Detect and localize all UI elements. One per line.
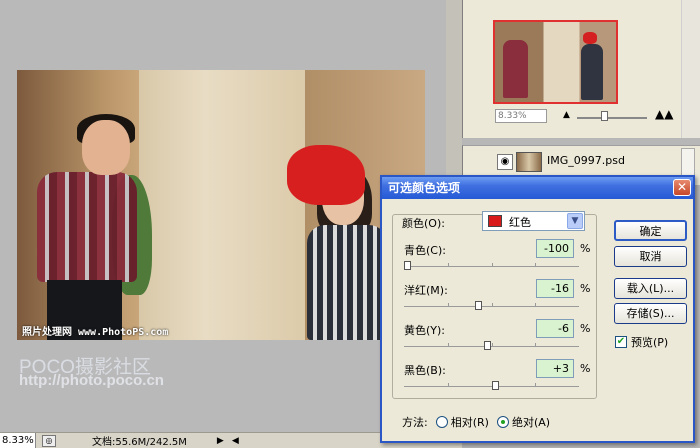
slider-value-input[interactable]: -16: [536, 279, 574, 298]
slider-tick: [492, 303, 493, 306]
slider-label: 洋红(M):: [404, 284, 448, 297]
navigator-thumb-boy: [503, 40, 528, 98]
method-relative-label: 相对(R): [450, 416, 489, 429]
slider-label: 黑色(B):: [404, 364, 446, 377]
navigator-panel: 8.33% ▲ ▲▲: [462, 0, 700, 138]
status-menu-arrow-icon[interactable]: ▶: [217, 436, 224, 446]
method-row: 方法: 相对(R) 绝对(A): [402, 414, 550, 430]
slider-thumb[interactable]: [492, 381, 499, 390]
slider-value-input[interactable]: +3: [536, 359, 574, 378]
photo-girl-pillow: [287, 145, 365, 205]
percent-unit: %: [580, 362, 591, 375]
percent-unit: %: [580, 282, 591, 295]
preview-checkbox[interactable]: ✔ 预览(P): [615, 334, 668, 350]
slider-label: 青色(C):: [404, 244, 446, 257]
navigator-zoom-field[interactable]: 8.33%: [495, 109, 547, 123]
dialog-title-text: 可选颜色选项: [388, 181, 461, 195]
radio-dot-absolute[interactable]: [496, 416, 509, 428]
method-label: 方法:: [402, 416, 428, 429]
layer-thumbnail[interactable]: [516, 152, 542, 172]
navigator-thumb-girl: [581, 44, 603, 100]
photo-board: [139, 70, 305, 340]
zoom-slider-track[interactable]: [577, 117, 647, 119]
slider-track[interactable]: [404, 306, 579, 307]
layer-visibility-icon[interactable]: ◉: [497, 154, 513, 170]
layers-scrollbar[interactable]: [681, 148, 695, 178]
percent-unit: %: [580, 242, 591, 255]
slider-tick: [448, 343, 449, 346]
photo-girl-shirt: [307, 225, 387, 340]
slider-tick: [535, 303, 536, 306]
zoom-slider-thumb[interactable]: [601, 111, 608, 121]
cancel-button[interactable]: 取消: [614, 246, 687, 267]
slider-value-input[interactable]: -6: [536, 319, 574, 338]
selective-color-dialog: 可选颜色选项 ✕ 颜色(O): 红色 ▼ 青色(C): -100% 洋红(M): -1…: [380, 175, 695, 443]
zoom-out-icon[interactable]: ▲: [563, 110, 570, 120]
preview-label: 预览(P): [631, 336, 669, 349]
zoom-field[interactable]: 8.33%: [0, 433, 36, 448]
slider-track[interactable]: [404, 266, 579, 267]
zoom-in-icon[interactable]: ▲▲: [655, 107, 673, 121]
navigator-thumb-pillow: [583, 32, 597, 44]
navigator-scrollbar[interactable]: [681, 0, 700, 138]
photo-watermark: 照片处理网 www.PhotoPS.com: [22, 327, 169, 338]
slider-label: 黄色(Y):: [404, 324, 446, 337]
slider-tick: [448, 303, 449, 306]
photo-boy-shirt: [37, 172, 137, 282]
status-nav-icon[interactable]: ◎: [42, 434, 56, 447]
radio-dot-relative[interactable]: [435, 416, 448, 428]
method-absolute-radio[interactable]: 绝对(A): [496, 414, 551, 430]
doc-size: 文档:55.6M/242.5M: [92, 437, 187, 448]
color-swatch: [488, 215, 502, 227]
slider-thumb[interactable]: [404, 261, 411, 270]
color-label: 颜色(O):: [400, 215, 447, 231]
color-select[interactable]: 红色 ▼: [482, 211, 585, 231]
slider-tick: [535, 383, 536, 386]
load-button[interactable]: 载入(L)...: [614, 278, 687, 299]
document-image[interactable]: [17, 70, 425, 340]
close-button[interactable]: ✕: [673, 179, 691, 196]
slider-thumb[interactable]: [484, 341, 491, 350]
photo-boy-head: [82, 120, 130, 175]
slider-row: 黑色(B): +3%: [404, 359, 591, 397]
method-absolute-label: 绝对(A): [511, 416, 551, 429]
slider-thumb[interactable]: [475, 301, 482, 310]
preview-checkbox-box[interactable]: ✔: [615, 336, 627, 348]
slider-row: 青色(C): -100%: [404, 239, 591, 277]
chevron-down-icon[interactable]: ▼: [567, 213, 583, 229]
slider-tick: [492, 263, 493, 266]
method-relative-radio[interactable]: 相对(R): [435, 414, 489, 430]
slider-tick: [492, 343, 493, 346]
ok-button[interactable]: 确定: [614, 220, 687, 241]
color-select-value: 红色: [509, 216, 531, 229]
slider-tick: [535, 263, 536, 266]
poco-url: http://photo.poco.cn: [19, 372, 164, 389]
save-button[interactable]: 存储(S)...: [614, 303, 687, 324]
dialog-title[interactable]: 可选颜色选项 ✕: [382, 177, 693, 199]
layer-name[interactable]: IMG_0997.psd: [547, 154, 625, 167]
scroll-left-icon[interactable]: ◀: [232, 436, 239, 446]
navigator-thumbnail[interactable]: [493, 20, 618, 104]
slider-tick: [535, 343, 536, 346]
slider-value-input[interactable]: -100: [536, 239, 574, 258]
slider-tick: [448, 263, 449, 266]
slider-tick: [448, 383, 449, 386]
percent-unit: %: [580, 322, 591, 335]
slider-track[interactable]: [404, 346, 579, 347]
slider-row: 黄色(Y): -6%: [404, 319, 591, 357]
slider-row: 洋红(M): -16%: [404, 279, 591, 317]
